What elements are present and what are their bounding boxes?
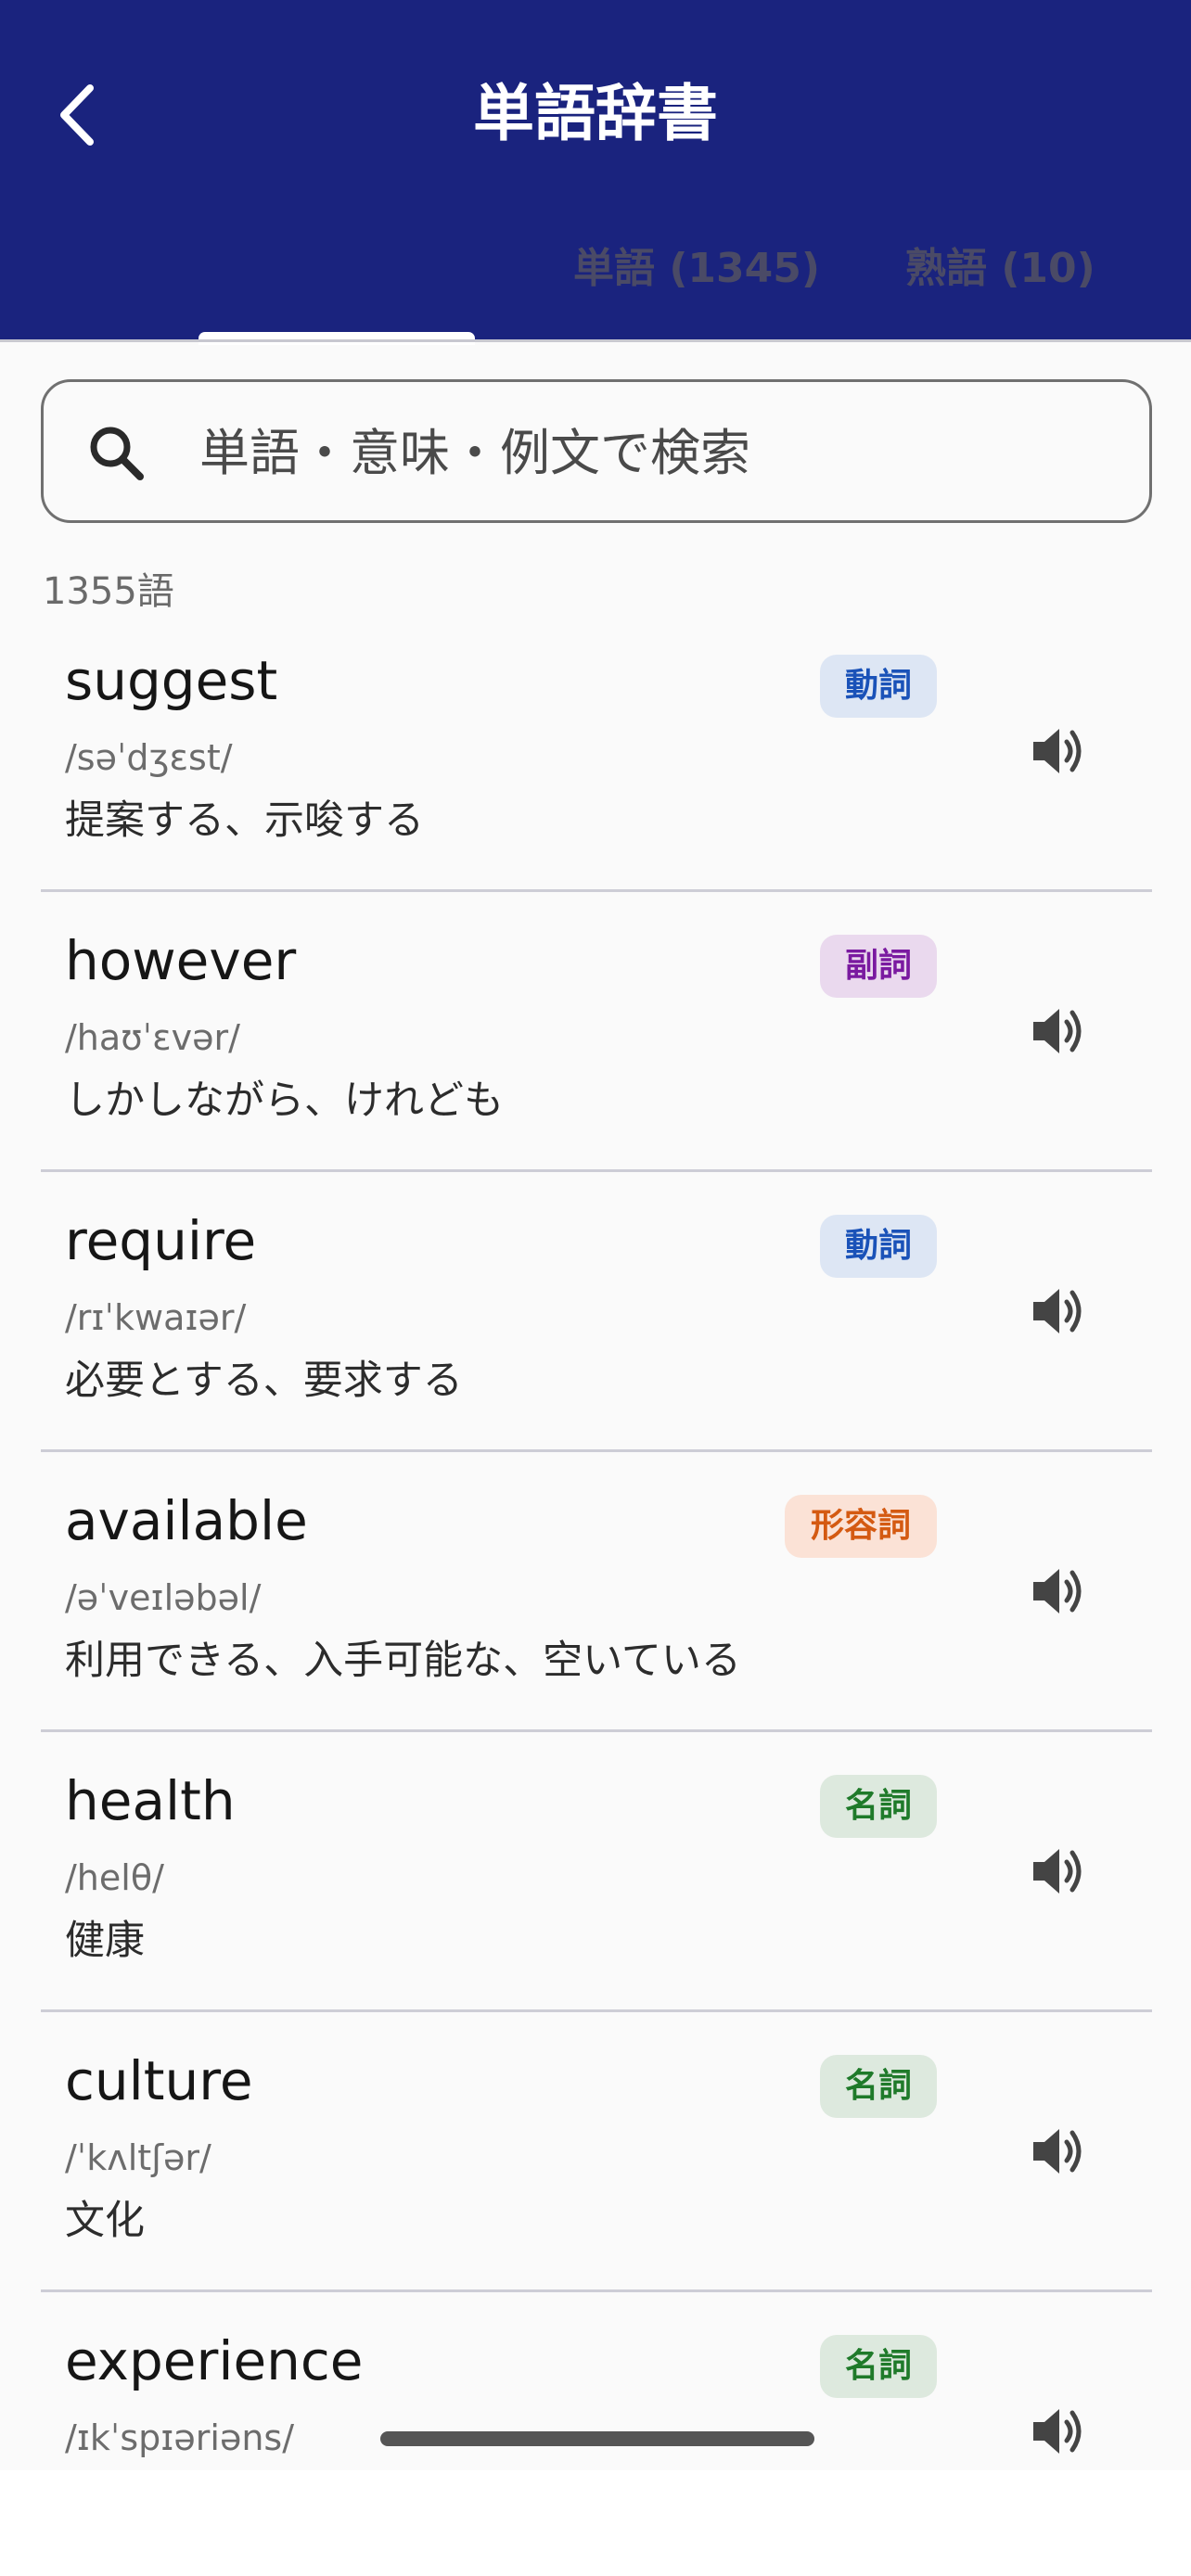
word-text: suggest xyxy=(65,649,278,712)
pos-badge: 名詞 xyxy=(820,1775,937,1838)
speaker-icon[interactable] xyxy=(1028,1001,1087,1061)
meaning-text: 健康 xyxy=(65,1918,145,1964)
tab-words[interactable]: 単語 (1345) xyxy=(573,232,820,306)
word-text: culture xyxy=(65,2049,253,2112)
pronunciation: /helθ/ xyxy=(65,1857,164,1898)
list-item[interactable]: require /rɪˈkwaɪər/ 必要とする、要求する 動詞 xyxy=(0,1172,1191,1452)
header-divider xyxy=(0,339,1191,342)
active-tab-indicator xyxy=(198,332,475,345)
meaning-text: 必要とする、要求する xyxy=(65,1358,463,1404)
word-text: experience xyxy=(65,2329,364,2392)
speaker-icon[interactable] xyxy=(1028,2402,1087,2461)
meaning-text: 提案する、示唆する xyxy=(65,797,424,844)
speaker-icon[interactable] xyxy=(1028,1282,1087,1341)
pos-badge: 名詞 xyxy=(820,2055,937,2118)
pos-badge: 動詞 xyxy=(820,655,937,718)
meaning-text: 利用できる、入手可能な、空いている xyxy=(65,1638,741,1684)
list-item[interactable]: however /haʊˈɛvər/ しかしながら、けれども 副詞 xyxy=(0,892,1191,1172)
result-count: 1355語 xyxy=(43,570,174,613)
pos-badge: 形容詞 xyxy=(785,1495,937,1558)
home-indicator[interactable] xyxy=(380,2431,814,2446)
word-text: require xyxy=(65,1209,257,1272)
search-input[interactable] xyxy=(199,406,1108,499)
speaker-icon[interactable] xyxy=(1028,721,1087,781)
pronunciation: /rɪˈkwaɪər/ xyxy=(65,1297,247,1338)
list-item[interactable]: culture /ˈkʌltʃər/ 文化 名詞 xyxy=(0,2012,1191,2292)
pronunciation: /ɪkˈspɪəriəns/ xyxy=(65,2417,295,2458)
word-text: however xyxy=(65,929,297,992)
pronunciation: /əˈveɪləbəl/ xyxy=(65,1577,262,1618)
speaker-icon[interactable] xyxy=(1028,2122,1087,2181)
pronunciation: /səˈdʒɛst/ xyxy=(65,737,233,778)
word-text: available xyxy=(65,1489,308,1552)
tab-phrases[interactable]: 熟語 (10) xyxy=(905,232,1095,306)
search-bar[interactable] xyxy=(41,379,1152,523)
pronunciation: /ˈkʌltʃər/ xyxy=(65,2137,211,2178)
speaker-icon[interactable] xyxy=(1028,1562,1087,1621)
pronunciation: /haʊˈɛvər/ xyxy=(65,1017,240,1058)
pos-badge: 名詞 xyxy=(820,2335,937,2398)
pos-badge: 動詞 xyxy=(820,1215,937,1278)
speaker-icon[interactable] xyxy=(1028,1842,1087,1901)
pos-badge: 副詞 xyxy=(820,935,937,998)
app-header: 単語辞書 単語 (1345) 熟語 (10) xyxy=(0,0,1191,345)
list-item[interactable]: available /əˈveɪləbəl/ 利用できる、入手可能な、空いている… xyxy=(0,1452,1191,1732)
meaning-text: しかしながら、けれども xyxy=(65,1078,504,1124)
list-item[interactable]: suggest /səˈdʒɛst/ 提案する、示唆する 動詞 xyxy=(0,612,1191,892)
list-item[interactable]: health /helθ/ 健康 名詞 xyxy=(0,1732,1191,2012)
word-text: health xyxy=(65,1769,236,1832)
search-icon xyxy=(90,427,144,480)
meaning-text: 文化 xyxy=(65,2198,145,2244)
tab-all[interactable] xyxy=(198,232,475,306)
page-title: 単語辞書 xyxy=(473,78,718,149)
bottom-strip xyxy=(0,2470,1191,2576)
